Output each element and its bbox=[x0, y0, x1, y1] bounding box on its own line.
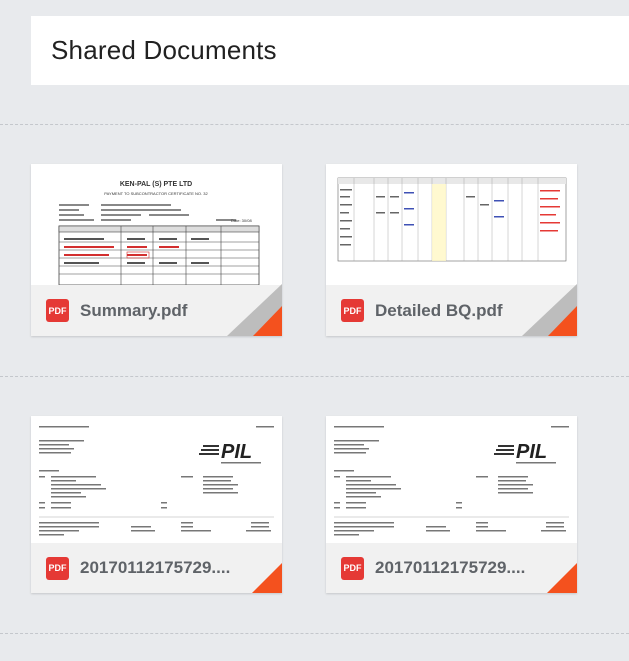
divider bbox=[0, 124, 629, 125]
file-preview bbox=[326, 164, 577, 285]
file-preview: KEN-PAL (S) PTE LTD PAYMENT TO SUBCONTRA… bbox=[31, 164, 282, 285]
svg-text:KEN-PAL (S) PTE LTD: KEN-PAL (S) PTE LTD bbox=[120, 181, 192, 188]
folded-corner-icon bbox=[252, 563, 282, 593]
svg-text:PIL: PIL bbox=[221, 441, 252, 463]
folded-corner-icon bbox=[227, 284, 282, 336]
pdf-file-icon: PDF bbox=[341, 299, 364, 322]
folded-corner-icon bbox=[522, 284, 577, 336]
svg-text:PIL: PIL bbox=[516, 441, 547, 463]
pdf-file-icon: PDF bbox=[341, 556, 364, 580]
file-preview: PIL bbox=[31, 416, 282, 543]
pdf-file-icon: PDF bbox=[46, 556, 69, 580]
file-card-pil-2[interactable]: PIL PDF 20170112175729.... bbox=[326, 416, 577, 593]
divider bbox=[0, 633, 629, 634]
file-card-summary[interactable]: KEN-PAL (S) PTE LTD PAYMENT TO SUBCONTRA… bbox=[31, 164, 282, 336]
file-card-detailed-bq[interactable]: PDF Detailed BQ.pdf bbox=[326, 164, 577, 336]
file-card-footer: PDF 20170112175729.... bbox=[326, 543, 577, 593]
file-card-pil-1[interactable]: PIL PDF 20170112175729.... bbox=[31, 416, 282, 593]
file-name: 20170112175729.... bbox=[375, 558, 526, 577]
file-name: 20170112175729.... bbox=[80, 558, 231, 577]
svg-text:PAYMENT TO SUBCONTRACTOR CERTI: PAYMENT TO SUBCONTRACTOR CERTIFICATE NO.… bbox=[104, 191, 208, 196]
divider bbox=[0, 376, 629, 377]
file-card-footer: PDF 20170112175729.... bbox=[31, 543, 282, 593]
folded-corner-icon bbox=[547, 563, 577, 593]
file-name: Detailed BQ.pdf bbox=[375, 300, 503, 320]
file-preview: PIL bbox=[326, 416, 577, 543]
file-name: Summary.pdf bbox=[80, 300, 188, 320]
pdf-file-icon: PDF bbox=[46, 299, 69, 322]
svg-text:Date: 30/08: Date: 30/08 bbox=[231, 218, 252, 223]
section-header: Shared Documents bbox=[31, 16, 629, 85]
section-title: Shared Documents bbox=[51, 35, 277, 65]
